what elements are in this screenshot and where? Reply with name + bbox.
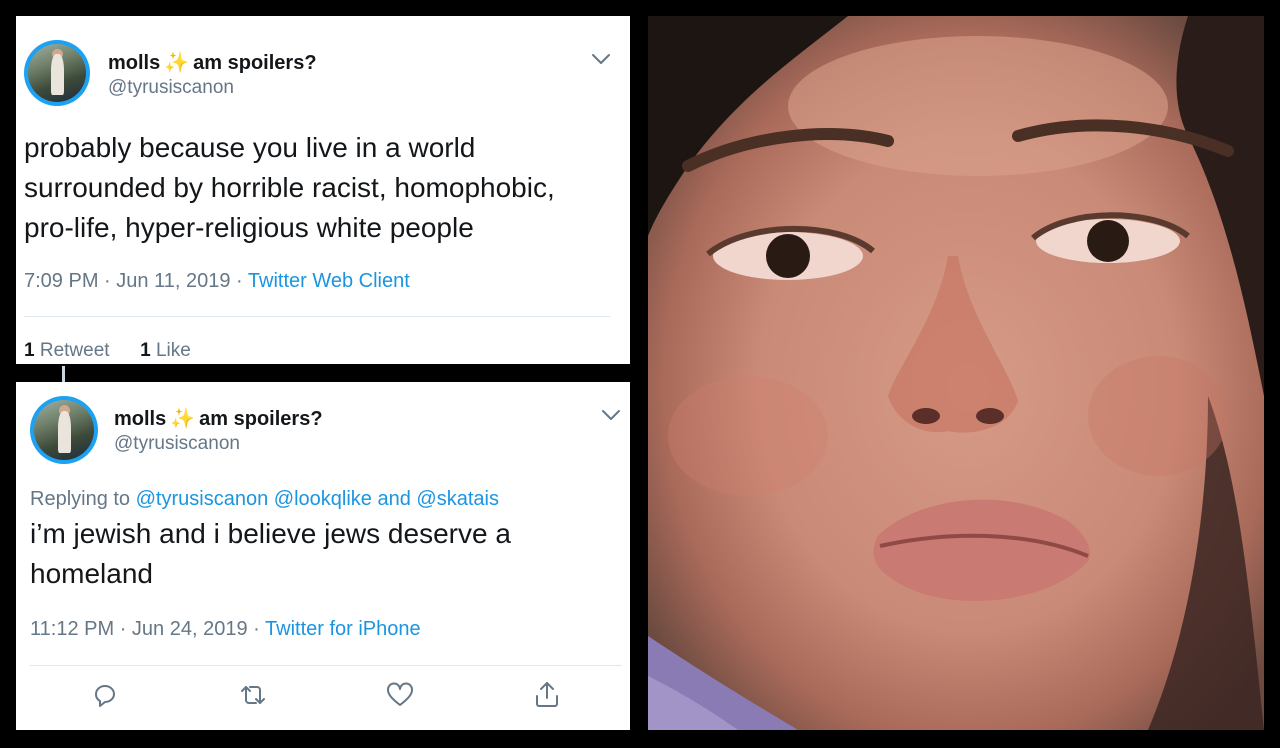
tweet-card-1[interactable]: molls ✨ am spoilers? @tyrusiscanon probabl… — [16, 16, 630, 364]
meta-separator: · — [236, 270, 243, 292]
tweet-source[interactable]: Twitter Web Client — [248, 270, 410, 292]
tweet-date[interactable]: Jun 24, 2019 — [132, 618, 248, 640]
meta-separator: · — [104, 270, 111, 292]
tweet-time[interactable]: 7:09 PM — [24, 270, 98, 292]
tweet-text: i’m jewish and i believe jews deserve a … — [30, 514, 511, 594]
face-photo — [648, 16, 1264, 730]
face-illustration — [648, 16, 1264, 730]
retweet-count-link[interactable]: 1 Retweet — [24, 340, 110, 361]
tweet-text-line: homeland — [30, 558, 153, 589]
retweet-icon[interactable] — [238, 680, 268, 710]
tweet-card-2[interactable]: molls ✨ am spoilers? @tyrusiscanon Replyin… — [16, 382, 630, 730]
tweet-text-line: pro-life, hyper-religious white people — [24, 212, 474, 243]
chevron-down-icon[interactable] — [590, 52, 612, 66]
reply-icon[interactable] — [90, 680, 120, 710]
meta-separator: · — [253, 618, 260, 640]
retweet-count: 1 — [24, 340, 35, 361]
display-name[interactable]: molls ✨ am spoilers? — [114, 406, 323, 431]
user-handle[interactable]: @tyrusiscanon — [108, 77, 234, 99]
thread-connector — [62, 366, 65, 382]
mention-link[interactable]: @skatais — [416, 488, 499, 510]
sparkle-icon: ✨ — [164, 52, 190, 74]
tweet-text: probably because you live in a world sur… — [24, 128, 555, 248]
avatar-photo — [28, 44, 86, 102]
divider — [30, 665, 622, 666]
mention-link[interactable]: @lookqlike — [274, 488, 372, 510]
display-name[interactable]: molls ✨ am spoilers? — [108, 50, 317, 75]
heart-icon[interactable] — [385, 680, 415, 710]
tweet-text-line: i’m jewish and i believe jews deserve a — [30, 518, 511, 549]
retweet-label: Retweet — [39, 340, 110, 361]
display-name-suffix: am spoilers? — [193, 52, 317, 74]
tweet-meta: 11:12 PM · Jun 24, 2019 · Twitter for iP… — [30, 618, 421, 641]
avatar[interactable] — [24, 40, 90, 106]
tweet-text-line: probably because you live in a world — [24, 132, 476, 163]
display-name-text: molls — [108, 52, 161, 74]
tweet-source[interactable]: Twitter for iPhone — [265, 618, 421, 640]
meta-separator: · — [119, 618, 127, 640]
reply-prefix: Replying to — [30, 488, 131, 510]
replying-to: Replying to @tyrusiscanon @lookqlike and… — [30, 488, 499, 511]
tweet-time[interactable]: 11:12 PM — [30, 618, 114, 640]
divider — [24, 316, 610, 317]
like-count: 1 — [140, 340, 151, 361]
chevron-down-icon[interactable] — [600, 408, 622, 422]
display-name-text: molls — [114, 408, 167, 430]
like-label: Like — [155, 340, 191, 361]
share-icon[interactable] — [532, 680, 562, 710]
display-name-suffix: am spoilers? — [199, 408, 323, 430]
mention-link[interactable]: @tyrusiscanon — [136, 488, 269, 510]
avatar-photo — [34, 400, 94, 460]
tweet-date[interactable]: Jun 11, 2019 — [116, 270, 230, 292]
user-handle[interactable]: @tyrusiscanon — [114, 433, 240, 455]
tweet-meta: 7:09 PM · Jun 11, 2019 · Twitter Web Cli… — [24, 270, 410, 293]
tweet-text-line: surrounded by horrible racist, homophobi… — [24, 172, 555, 203]
reply-and: and — [377, 488, 411, 510]
avatar[interactable] — [30, 396, 98, 464]
like-count-link[interactable]: 1 Like — [140, 340, 191, 361]
meme-canvas: molls ✨ am spoilers? @tyrusiscanon probabl… — [0, 0, 1280, 748]
sparkle-icon: ✨ — [170, 408, 196, 430]
tweet-actions — [16, 678, 630, 718]
engagement-stats: 1 Retweet 1 Like — [24, 340, 191, 362]
